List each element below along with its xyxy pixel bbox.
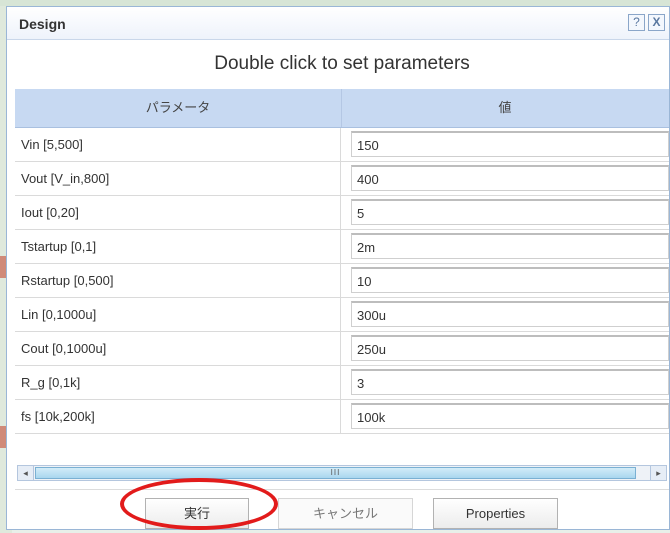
scrollbar-thumb[interactable]: III: [35, 467, 636, 479]
cancel-button[interactable]: キャンセル: [278, 498, 413, 529]
table-row[interactable]: Tstartup [0,1] 2m: [15, 230, 669, 264]
column-header-value[interactable]: 値: [341, 89, 669, 127]
table-row[interactable]: Cout [0,1000u] 250u: [15, 332, 669, 366]
parameter-name: fs [10k,200k]: [15, 400, 341, 433]
run-button[interactable]: 実行: [145, 498, 249, 529]
parameter-value-input[interactable]: 100k: [351, 403, 669, 429]
table-row[interactable]: R_g [0,1k] 3: [15, 366, 669, 400]
parameter-grid: パラメータ 値 Vin [5,500] 150 Vout [V_in,800] …: [15, 89, 669, 434]
grip-icon: III: [330, 468, 341, 477]
horizontal-scrollbar[interactable]: ◂ III ▸: [17, 465, 667, 481]
parameter-value-input[interactable]: 2m: [351, 233, 669, 259]
properties-button[interactable]: Properties: [433, 498, 558, 529]
parameter-value-input[interactable]: 400: [351, 165, 669, 191]
help-icon[interactable]: ?: [628, 14, 645, 31]
design-dialog: Design ? X Double click to set parameter…: [6, 6, 670, 530]
table-row[interactable]: Iout [0,20] 5: [15, 196, 669, 230]
grid-caption: Double click to set parameters: [214, 53, 470, 74]
grid-header: パラメータ 値: [15, 89, 669, 128]
parameter-name: R_g [0,1k]: [15, 366, 341, 399]
table-row[interactable]: fs [10k,200k] 100k: [15, 400, 669, 434]
column-header-parameter[interactable]: パラメータ: [15, 89, 342, 127]
parameter-name: Vin [5,500]: [15, 128, 341, 161]
parameter-value-input[interactable]: 3: [351, 369, 669, 395]
parameter-name: Tstartup [0,1]: [15, 230, 341, 263]
parameter-value-input[interactable]: 250u: [351, 335, 669, 361]
parameter-value-input[interactable]: 150: [351, 131, 669, 157]
table-row[interactable]: Vout [V_in,800] 400: [15, 162, 669, 196]
table-row[interactable]: Lin [0,1000u] 300u: [15, 298, 669, 332]
parameter-name: Iout [0,20]: [15, 196, 341, 229]
table-row[interactable]: Vin [5,500] 150: [15, 128, 669, 162]
parameter-name: Rstartup [0,500]: [15, 264, 341, 297]
scroll-left-icon[interactable]: ◂: [18, 466, 34, 480]
scroll-right-icon[interactable]: ▸: [650, 466, 666, 480]
parameter-value-input[interactable]: 300u: [351, 301, 669, 327]
dialog-titlebar[interactable]: Design ? X: [7, 7, 669, 40]
dialog-title: Design: [19, 16, 66, 32]
table-row[interactable]: Rstartup [0,500] 10: [15, 264, 669, 298]
parameter-value-input[interactable]: 10: [351, 267, 669, 293]
dialog-footer: 実行 キャンセル Properties: [15, 489, 669, 530]
parameter-name: Cout [0,1000u]: [15, 332, 341, 365]
parameter-name: Lin [0,1000u]: [15, 298, 341, 331]
parameter-name: Vout [V_in,800]: [15, 162, 341, 195]
parameter-value-input[interactable]: 5: [351, 199, 669, 225]
close-icon[interactable]: X: [648, 14, 665, 31]
